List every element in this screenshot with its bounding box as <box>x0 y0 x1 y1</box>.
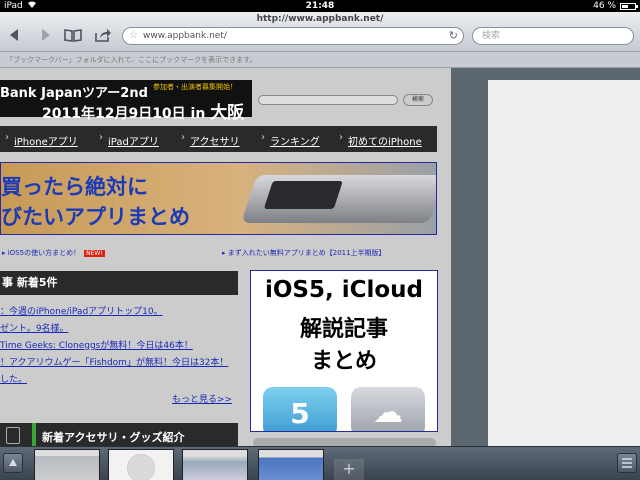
web-content[interactable]: Bank Japanツアー2nd 参加者・出演者募集開始！ 2011年12月9日… <box>0 68 451 446</box>
safari-screen: iPad 21:48 46 % http://www.appbank.net/ … <box>0 0 640 480</box>
more-link[interactable]: もっと見る>> <box>172 392 232 405</box>
iphone-image <box>241 175 436 223</box>
page-area: Bank Japanツアー2nd 参加者・出演者募集開始！ 2011年12月9日… <box>0 68 640 446</box>
site-search-input[interactable] <box>258 95 398 105</box>
clock: 21:48 <box>305 1 335 11</box>
link-ios5-guide[interactable]: ▸ iOS5の使い方まとめ！ NEW! <box>2 248 105 258</box>
link-free-apps[interactable]: ▸ まず入れたい無料アプリまとめ【2011上半期版】 <box>222 248 386 258</box>
tab-thumbnail[interactable] <box>108 449 174 480</box>
tab-list-button[interactable] <box>617 453 637 473</box>
ad-line3: まとめ <box>310 349 377 374</box>
ad-caption-bar <box>253 438 436 446</box>
forward-arrow-icon <box>42 29 50 41</box>
banner-date: 2011年12月9日10日 in 大阪 <box>42 103 245 123</box>
nav-ranking[interactable]: ランキング <box>261 132 320 148</box>
news-header: 事 新着5件 <box>0 271 238 295</box>
tab-thumbnail[interactable] <box>258 449 324 480</box>
hero-banner[interactable]: 買ったら絶対に びたいアプリまとめ <box>0 162 437 235</box>
goods-header: 新着アクセサリ・グッズ紹介 <box>0 423 238 446</box>
featured-links: ▸ iOS5の使い方まとめ！ NEW! ▸ まず入れたい無料アプリまとめ【2011… <box>0 246 451 260</box>
back-button[interactable] <box>8 28 28 44</box>
bookmark-bar-hint: 「ブックマークバー」フォルダに入れて、ここにブックマークを表示できます。 <box>0 52 640 68</box>
url-text: www.appbank.net/ <box>143 31 227 41</box>
share-button[interactable] <box>94 28 114 44</box>
news-item[interactable]: ：今週のiPhone/iPadアプリトップ10。 <box>0 304 248 321</box>
address-bar[interactable]: ☆ www.appbank.net/ ↻ <box>122 27 464 45</box>
search-input[interactable]: 検索 <box>472 27 634 45</box>
reload-icon[interactable]: ↻ <box>449 28 458 44</box>
battery-icon <box>620 3 638 10</box>
status-bar: iPad 21:48 46 % <box>0 0 640 12</box>
nav-iphone-apps[interactable]: iPhoneアプリ <box>5 132 78 148</box>
site-search-button[interactable]: 検索 <box>403 94 433 106</box>
site-nav: iPhoneアプリ iPadアプリ アクセサリ ランキング 初めてのiPhone <box>0 126 437 152</box>
bookmarks-button[interactable] <box>64 28 84 44</box>
globe-icon <box>127 454 155 480</box>
ios5-icloud-ad[interactable]: iOS5, iCloud 解説記事 まとめ 5 ☁ <box>250 270 438 432</box>
icloud-icon: ☁ <box>351 387 425 431</box>
event-banner[interactable]: Bank Japanツアー2nd 参加者・出演者募集開始！ 2011年12月9日… <box>0 80 252 123</box>
news-item[interactable]: Time Geeks: Cloneggsが無料！今日は46本！ <box>0 338 248 355</box>
blank-page-preview <box>488 80 640 446</box>
new-badge: NEW! <box>84 250 105 257</box>
banner-city: 大阪 <box>210 103 245 123</box>
phone-icon <box>6 427 20 444</box>
browser-toolbar: http://www.appbank.net/ ☆ www.appbank.ne… <box>0 12 640 52</box>
list-icon <box>622 458 632 468</box>
share-icon <box>95 29 111 42</box>
ad-line1: iOS5, iCloud <box>264 277 424 303</box>
tab-thumbnail[interactable] <box>182 449 248 480</box>
news-item[interactable]: ！アクアリウムゲー「Fishdom」が無料！今日は32本！ <box>0 355 248 372</box>
banner-tag: 参加者・出演者募集開始！ <box>153 83 237 91</box>
add-tab-button[interactable]: + <box>334 459 364 480</box>
show-bars-button[interactable] <box>3 453 23 473</box>
news-item[interactable]: ゼント。9名様。 <box>0 321 248 338</box>
tab-thumbnail[interactable] <box>34 449 100 480</box>
nav-ipad-apps[interactable]: iPadアプリ <box>99 132 159 148</box>
ios5-icon: 5 <box>263 387 337 431</box>
news-item[interactable]: した。 <box>0 372 248 389</box>
star-icon: ☆ <box>129 30 138 41</box>
news-list: ：今週のiPhone/iPadアプリトップ10。 ゼント。9名様。 Time G… <box>0 304 248 389</box>
tab-bar: + <box>0 446 640 480</box>
back-arrow-icon <box>10 29 18 41</box>
page-title: http://www.appbank.net/ <box>256 14 384 24</box>
hero-line1: 買ったら絶対に <box>1 175 148 199</box>
nav-first-iphone[interactable]: 初めてのiPhone <box>339 132 422 148</box>
book-icon <box>64 29 82 42</box>
battery-percent: 46 % <box>593 1 616 11</box>
battery-fill <box>622 5 628 8</box>
goods-header-label: 新着アクセサリ・グッズ紹介 <box>42 431 185 444</box>
nav-accessories[interactable]: アクセサリ <box>181 132 239 148</box>
up-arrow-icon <box>9 459 17 466</box>
hero-line2: びたいアプリまとめ <box>1 205 190 229</box>
ad-line2: 解説記事 <box>299 317 388 342</box>
forward-button[interactable] <box>36 28 56 44</box>
